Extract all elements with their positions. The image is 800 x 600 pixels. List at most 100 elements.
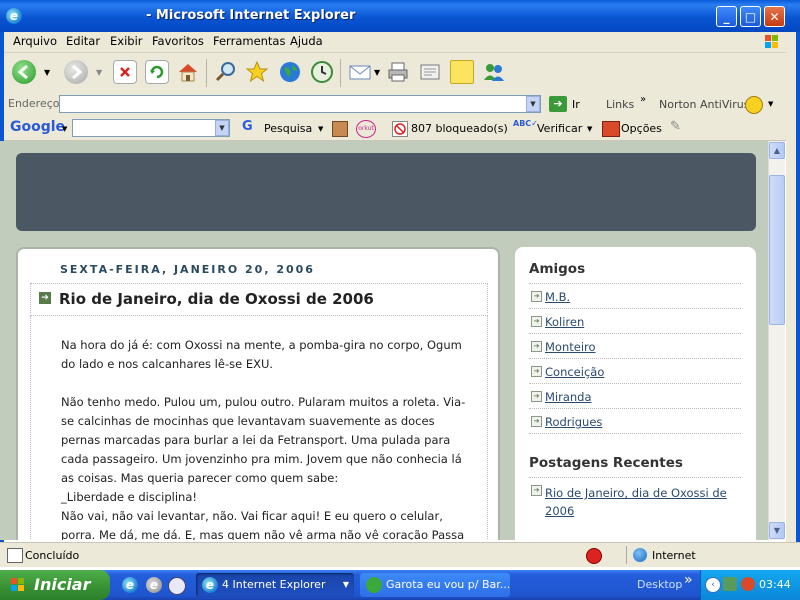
- highlighter-icon[interactable]: ✎: [670, 119, 681, 134]
- options-button[interactable]: Opções: [621, 122, 662, 135]
- forward-icon[interactable]: [64, 60, 88, 84]
- task-internet-explorer[interactable]: e 4 Internet Explorer ▼: [196, 573, 354, 597]
- media-globe-icon[interactable]: [278, 60, 302, 84]
- note-icon[interactable]: [450, 60, 474, 84]
- page-status-icon: [7, 548, 23, 563]
- google-logo[interactable]: Google: [10, 119, 65, 135]
- main-post-column: SEXTA-FEIRA, JANEIRO 20, 2006 ➔ Rio de J…: [16, 247, 500, 540]
- task-messenger-window[interactable]: Garota eu vou p/ Bar...: [360, 573, 510, 597]
- spellcheck-button[interactable]: Verificar: [537, 122, 582, 135]
- menu-exibir[interactable]: Exibir: [110, 34, 143, 48]
- post-title[interactable]: Rio de Janeiro, dia de Oxossi de 2006: [59, 290, 374, 308]
- vertical-scrollbar[interactable]: ▲ ▼: [768, 141, 785, 540]
- options-icon[interactable]: [602, 121, 620, 137]
- google-g-icon[interactable]: G: [242, 119, 253, 134]
- quicklaunch-desktop-icon[interactable]: e: [146, 577, 162, 593]
- search-icon[interactable]: [214, 60, 238, 84]
- norton-icon[interactable]: [745, 96, 763, 114]
- bullet-arrow-icon: ➔: [531, 416, 542, 427]
- bullet-arrow-icon: ➔: [531, 341, 542, 352]
- quicklaunch-media-icon[interactable]: [168, 577, 186, 595]
- toolbar-chevron-icon[interactable]: »: [684, 572, 693, 588]
- menu-favoritos[interactable]: Favoritos: [152, 34, 204, 48]
- edit-icon[interactable]: [418, 60, 442, 84]
- friend-link-monteiro[interactable]: Monteiro: [545, 340, 596, 354]
- address-dropdown-icon[interactable]: ▼: [526, 96, 540, 112]
- back-dropdown-icon[interactable]: ▼: [44, 68, 50, 77]
- mail-icon[interactable]: [348, 60, 372, 84]
- friend-link-koliren[interactable]: Koliren: [545, 315, 584, 329]
- friend-link-mb[interactable]: M.B.: [545, 290, 570, 304]
- tray-antivirus-icon[interactable]: [741, 577, 755, 591]
- news-icon[interactable]: [332, 121, 348, 137]
- menu-editar[interactable]: Editar: [66, 34, 100, 48]
- history-icon[interactable]: [310, 60, 334, 84]
- quicklaunch-ie-icon[interactable]: e: [122, 577, 138, 593]
- norton-dropdown-icon[interactable]: ▼: [768, 100, 773, 108]
- title-bar: e - Microsoft Internet Explorer _ □ ✕: [0, 0, 800, 32]
- internet-zone-globe-icon: [633, 548, 647, 562]
- address-input[interactable]: ▼: [59, 95, 541, 113]
- tray-expand-icon[interactable]: ‹: [705, 577, 721, 593]
- refresh-icon[interactable]: [145, 60, 169, 84]
- google-search-button[interactable]: Pesquisa: [264, 122, 312, 135]
- go-button[interactable]: Ir: [572, 98, 580, 111]
- scroll-up-button[interactable]: ▲: [769, 142, 785, 159]
- popup-blocked-status-icon[interactable]: [586, 548, 602, 564]
- menu-bar: Arquivo Editar Exibir Favoritos Ferramen…: [0, 32, 786, 53]
- messenger-icon[interactable]: [482, 60, 506, 84]
- page-content: SEXTA-FEIRA, JANEIRO 20, 2006 ➔ Rio de J…: [0, 141, 768, 540]
- blog-header-banner: [16, 153, 756, 231]
- list-item: ➔ Miranda: [529, 384, 741, 409]
- home-icon[interactable]: [176, 60, 200, 84]
- friend-link-miranda[interactable]: Miranda: [545, 390, 592, 404]
- tray-clock[interactable]: 03:44: [759, 578, 791, 591]
- task-ie-icon: e: [202, 577, 218, 593]
- windows-logo-icon: [765, 35, 778, 48]
- norton-label[interactable]: Norton AntiVirus: [659, 98, 749, 111]
- friend-link-conceicao[interactable]: Conceição: [545, 365, 604, 379]
- recent-post-link[interactable]: Rio de Janeiro, dia de Oxossi de 2006: [545, 484, 741, 520]
- post-date: SEXTA-FEIRA, JANEIRO 20, 2006: [60, 263, 315, 276]
- start-label: Iniciar: [34, 575, 91, 594]
- friend-link-rodrigues[interactable]: Rodrigues: [545, 415, 602, 429]
- scroll-thumb[interactable]: [769, 175, 785, 325]
- spellcheck-dropdown-icon[interactable]: ▼: [587, 125, 592, 133]
- stop-icon[interactable]: [113, 60, 137, 84]
- favorites-star-icon[interactable]: [245, 60, 269, 84]
- bullet-arrow-icon: ➔: [531, 291, 542, 302]
- google-search-dropdown-icon[interactable]: ▼: [215, 120, 229, 136]
- spellcheck-icon[interactable]: ABC✓: [513, 119, 538, 128]
- list-item: ➔ Conceição: [529, 359, 741, 384]
- menu-arquivo[interactable]: Arquivo: [13, 34, 57, 48]
- popup-blocker-icon[interactable]: [392, 121, 408, 137]
- maximize-button[interactable]: □: [740, 6, 761, 27]
- orkut-icon[interactable]: orkut: [356, 120, 376, 138]
- tray-network-icon[interactable]: [723, 577, 737, 591]
- minimize-button[interactable]: _: [716, 6, 737, 27]
- post-body-container: Na hora do já é: com Oxossi na mente, a …: [30, 315, 488, 540]
- ie-icon[interactable]: e: [6, 8, 22, 24]
- close-button[interactable]: ✕: [764, 6, 785, 27]
- status-bar: Concluído Internet: [0, 542, 800, 567]
- post-paragraph-3: Não tenho medo. Pulou um, pulou outro. P…: [61, 395, 466, 485]
- list-item: ➔ Koliren: [529, 309, 741, 334]
- links-chevron-icon[interactable]: »: [640, 94, 646, 105]
- back-icon[interactable]: [12, 60, 36, 84]
- print-icon[interactable]: [386, 60, 410, 84]
- go-arrow-icon[interactable]: ➔: [549, 96, 567, 112]
- search-dropdown-icon[interactable]: ▼: [318, 125, 323, 133]
- start-button[interactable]: Iniciar: [0, 570, 110, 600]
- mail-dropdown-icon[interactable]: ▼: [374, 68, 380, 77]
- menu-ferramentas[interactable]: Ferramentas: [213, 34, 285, 48]
- address-bar: Endereço ▼ ➔ Ir Links » Norton AntiVirus…: [0, 92, 786, 117]
- google-search-input[interactable]: ▼: [72, 119, 230, 137]
- desktop-toolbar-label[interactable]: Desktop: [637, 578, 682, 591]
- links-label[interactable]: Links: [606, 98, 634, 111]
- scroll-down-button[interactable]: ▼: [769, 522, 785, 539]
- menu-ajuda[interactable]: Ajuda: [290, 34, 323, 48]
- forward-dropdown-icon[interactable]: ▼: [96, 68, 102, 77]
- google-menu-dropdown-icon[interactable]: ▼: [62, 125, 67, 133]
- popup-blocked-count[interactable]: 807 bloqueado(s): [411, 122, 508, 135]
- bullet-arrow-icon: ➔: [531, 366, 542, 377]
